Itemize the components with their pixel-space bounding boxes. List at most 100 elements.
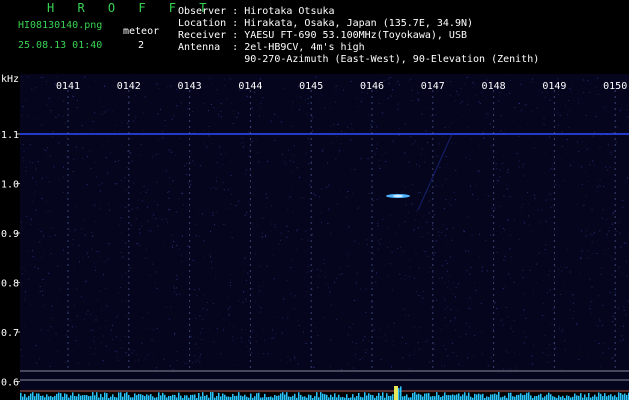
x-grid-dot	[67, 366, 69, 368]
x-grid-dot	[614, 96, 616, 98]
x-grid-dot	[614, 192, 616, 194]
x-grid-dot	[553, 228, 555, 230]
x-grid-dot	[371, 324, 373, 326]
x-grid-dot	[614, 252, 616, 254]
x-grid-dot	[128, 162, 130, 164]
x-grid-dot	[432, 180, 434, 182]
x-grid-dot	[371, 360, 373, 362]
y-tick-label: 0.7	[1, 328, 19, 339]
x-grid-dot	[189, 258, 191, 260]
x-grid-dot	[128, 114, 130, 116]
x-grid-dot	[493, 330, 495, 332]
x-grid-dot	[371, 222, 373, 224]
x-grid-dot	[128, 132, 130, 134]
x-grid-dot	[493, 252, 495, 254]
x-grid-dot	[614, 246, 616, 248]
x-grid-dot	[553, 192, 555, 194]
x-grid-dot	[67, 228, 69, 230]
x-grid-dot	[371, 144, 373, 146]
x-grid-dot	[371, 252, 373, 254]
x-grid-dot	[249, 336, 251, 338]
x-grid-dot	[67, 186, 69, 188]
x-grid-dot	[310, 132, 312, 134]
x-grid-dot	[67, 138, 69, 140]
x-grid-dot	[493, 204, 495, 206]
x-grid-dot	[371, 126, 373, 128]
x-grid-dot	[493, 120, 495, 122]
x-grid-dot	[128, 180, 130, 182]
x-grid-dot	[310, 318, 312, 320]
x-grid-dot	[128, 108, 130, 110]
x-grid-dot	[553, 252, 555, 254]
x-grid-dot	[128, 138, 130, 140]
x-grid-dot	[67, 360, 69, 362]
x-grid-dot	[67, 216, 69, 218]
x-grid-dot	[493, 348, 495, 350]
x-grid-dot	[189, 252, 191, 254]
x-grid-dot	[189, 96, 191, 98]
x-grid-dot	[371, 108, 373, 110]
x-grid-dot	[371, 174, 373, 176]
x-grid-dot	[553, 288, 555, 290]
x-grid-dot	[614, 120, 616, 122]
x-grid-dot	[614, 258, 616, 260]
x-grid-dot	[128, 96, 130, 98]
x-grid-dot	[310, 294, 312, 296]
x-grid-dot	[189, 222, 191, 224]
x-grid-dot	[67, 120, 69, 122]
x-grid-dot	[128, 102, 130, 104]
x-grid-dot	[310, 288, 312, 290]
x-grid-dot	[614, 186, 616, 188]
x-grid-dot	[67, 156, 69, 158]
x-grid-dot	[432, 318, 434, 320]
x-tick-label: 0147	[421, 81, 445, 92]
x-grid-dot	[614, 276, 616, 278]
x-grid-dot	[553, 282, 555, 284]
x-grid-dot	[432, 144, 434, 146]
x-grid-dot	[614, 210, 616, 212]
x-grid-dot	[189, 342, 191, 344]
x-grid-dot	[189, 306, 191, 308]
x-grid-dot	[189, 216, 191, 218]
x-grid-dot	[128, 234, 130, 236]
x-grid-dot	[128, 270, 130, 272]
x-grid-dot	[310, 264, 312, 266]
x-grid-dot	[614, 366, 616, 368]
x-grid-dot	[189, 198, 191, 200]
x-grid-dot	[371, 306, 373, 308]
x-grid-dot	[249, 318, 251, 320]
x-grid-dot	[614, 330, 616, 332]
x-grid-dot	[553, 108, 555, 110]
x-grid-dot	[67, 114, 69, 116]
x-grid-dot	[553, 342, 555, 344]
x-grid-dot	[553, 318, 555, 320]
x-grid-dot	[67, 306, 69, 308]
x-grid-dot	[614, 144, 616, 146]
x-grid-dot	[249, 162, 251, 164]
x-grid-dot	[249, 324, 251, 326]
x-grid-dot	[189, 360, 191, 362]
x-grid-dot	[67, 240, 69, 242]
x-grid-dot	[249, 228, 251, 230]
x-grid-dot	[371, 270, 373, 272]
x-grid-dot	[493, 132, 495, 134]
x-grid-dot	[128, 258, 130, 260]
x-grid-dot	[553, 102, 555, 104]
x-grid-dot	[189, 336, 191, 338]
x-grid-dot	[128, 204, 130, 206]
x-grid-dot	[249, 126, 251, 128]
x-grid-dot	[128, 174, 130, 176]
x-grid-dot	[189, 282, 191, 284]
x-grid-dot	[310, 96, 312, 98]
x-grid-dot	[432, 132, 434, 134]
x-grid-dot	[553, 264, 555, 266]
x-grid-dot	[614, 132, 616, 134]
x-grid-dot	[371, 102, 373, 104]
x-grid-dot	[128, 354, 130, 356]
x-tick-label: 0150	[603, 81, 627, 92]
x-grid-dot	[189, 270, 191, 272]
x-grid-dot	[493, 108, 495, 110]
x-grid-dot	[189, 186, 191, 188]
x-tick-label: 0141	[56, 81, 80, 92]
x-grid-dot	[614, 180, 616, 182]
